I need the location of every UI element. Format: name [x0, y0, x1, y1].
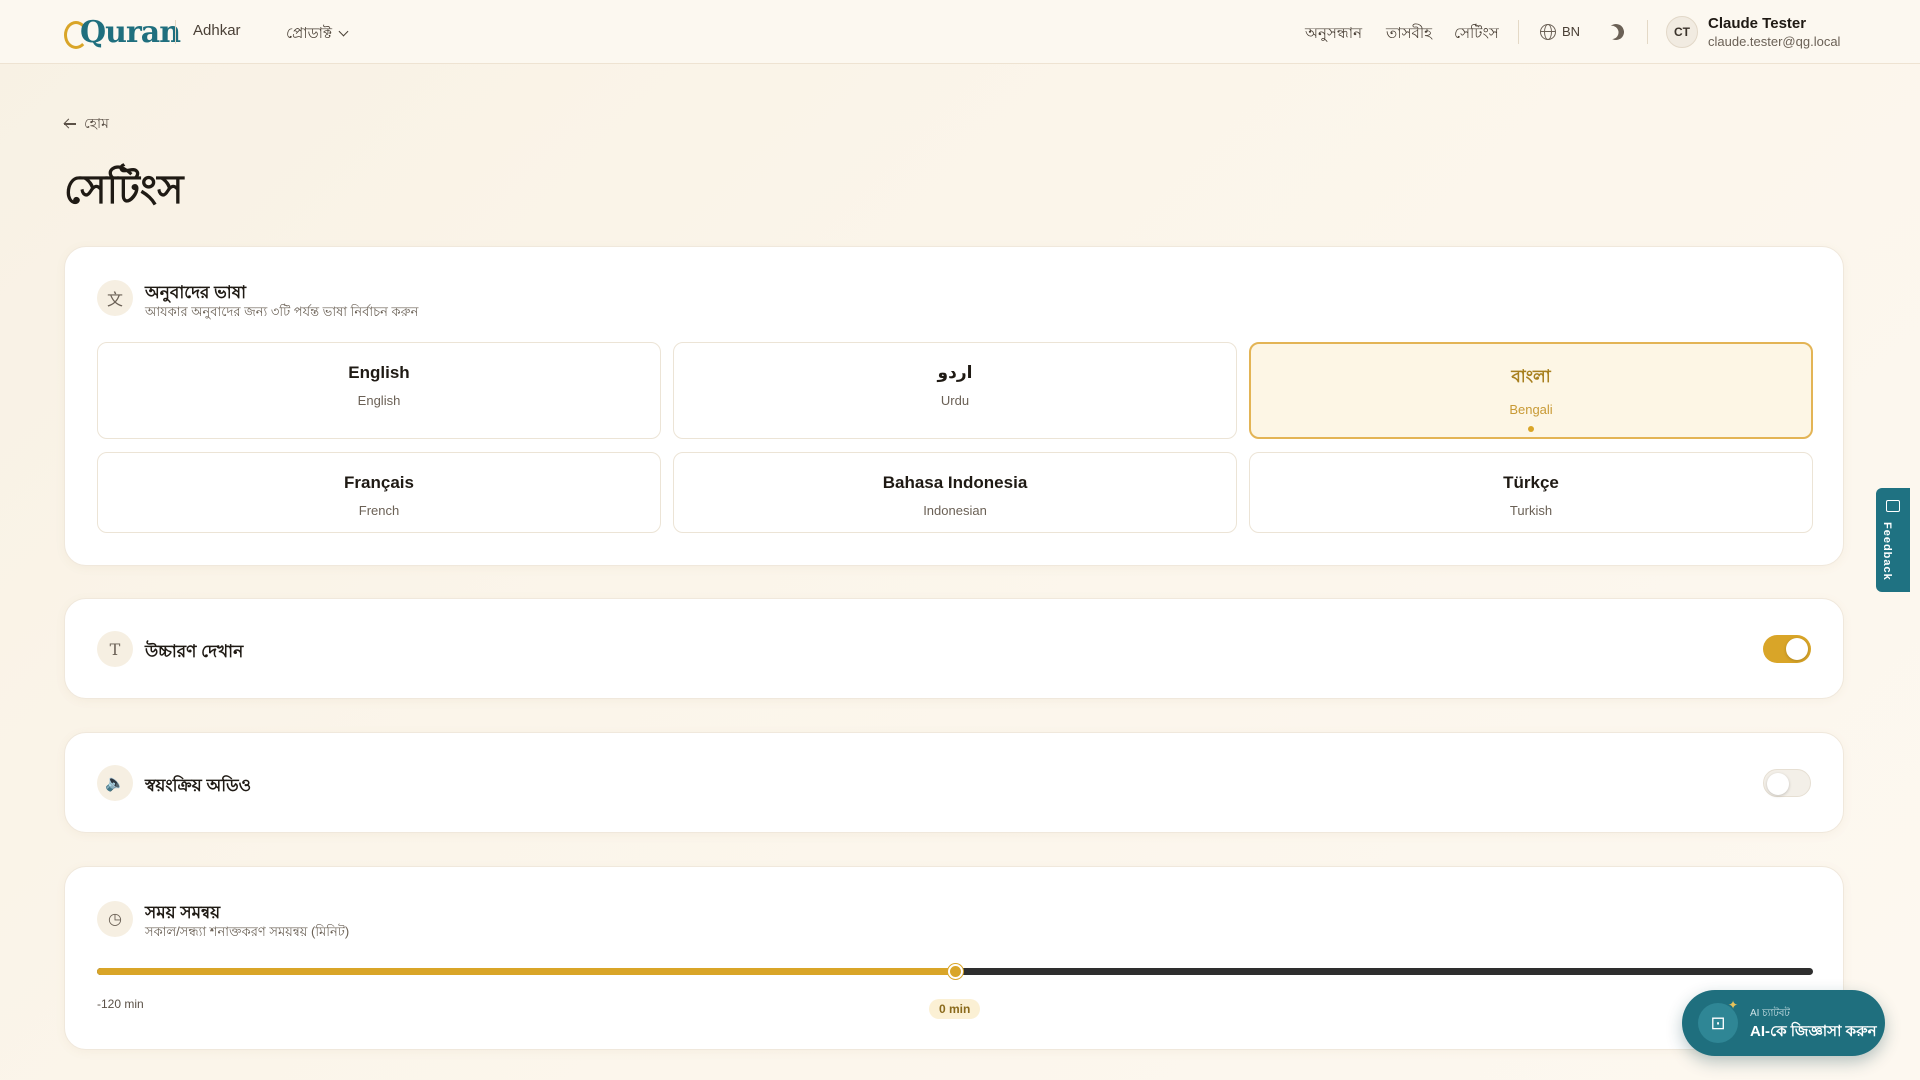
feedback-icon	[1886, 500, 1900, 512]
user-email: claude.tester@qg.local	[1708, 34, 1841, 49]
globe-icon[interactable]	[1540, 24, 1556, 40]
translate-icon: 文	[97, 280, 133, 316]
arrow-left-icon	[64, 118, 76, 130]
language-name: English	[348, 363, 410, 382]
language-name: Bahasa Indonesia	[882, 473, 1028, 492]
logo[interactable]: Quran	[64, 12, 181, 52]
nav-products[interactable]: প্রোডাক্ট	[286, 22, 349, 47]
clock-icon: ◷	[97, 901, 133, 937]
chevron-down-icon	[338, 26, 349, 37]
nav-adhkar[interactable]: Adhkar	[193, 22, 241, 39]
timing-card: ◷ সময় সমন্বয় সকাল/সন্ধ্যা শনাক্তকরণ সম…	[64, 866, 1844, 1050]
language-native: French	[358, 503, 400, 518]
pronunciation-card: T উচ্চারণ দেখান	[64, 598, 1844, 699]
autoplay-title: স্বয়ংক্রিয় অডিও	[145, 776, 252, 795]
nav-tasbih[interactable]: তাসবীহ	[1386, 22, 1432, 47]
language-native: English	[357, 393, 401, 408]
language-option-turkish[interactable]: Türkçe Turkish	[1249, 452, 1813, 533]
header-divider	[1647, 20, 1648, 44]
selected-dot-icon	[1528, 426, 1534, 432]
nav-products-label: প্রোডাক্ট	[286, 25, 333, 42]
header-divider	[175, 20, 176, 44]
nav-settings[interactable]: সেটিংস	[1454, 22, 1499, 47]
logo-mark-icon	[64, 19, 88, 49]
language-option-indonesian[interactable]: Bahasa Indonesia Indonesian	[673, 452, 1237, 533]
toggle-knob	[1786, 638, 1808, 660]
language-name: বাংলা	[1511, 367, 1551, 386]
language-option-english[interactable]: English English	[97, 342, 661, 439]
user-name[interactable]: Claude Tester	[1708, 15, 1806, 32]
pronunciation-toggle[interactable]	[1763, 635, 1811, 663]
language-native: Turkish	[1509, 503, 1553, 518]
page-title: সেটিংস	[64, 168, 184, 212]
nav-search[interactable]: অনুসন্ধান	[1305, 22, 1362, 47]
language-option-bengali[interactable]: বাংলা Bengali	[1249, 342, 1813, 439]
feedback-tab[interactable]: Feedback	[1876, 488, 1910, 592]
text-icon: T	[97, 631, 133, 667]
language-name: Türkçe	[1503, 473, 1559, 492]
language-option-urdu[interactable]: اردو Urdu	[673, 342, 1237, 439]
translation-subtitle: আযকার অনুবাদের জন্য ৩টি পর্যন্ত ভাষা নির…	[145, 304, 419, 319]
logo-text: Quran	[80, 14, 181, 50]
top-header: Quran Adhkar প্রোডাক্ট অনুসন্ধান তাসবীহ …	[0, 0, 1920, 64]
autoplay-toggle[interactable]	[1763, 769, 1811, 797]
speaker-icon: 🔈	[97, 765, 133, 801]
moon-icon[interactable]	[1606, 22, 1627, 43]
feedback-label: Feedback	[1881, 522, 1893, 581]
ai-chat-main-label: AI-কে জিজ্ঞাসা করুন	[1750, 1023, 1877, 1040]
language-native: Bengali	[1509, 402, 1553, 417]
header-divider	[1518, 20, 1519, 44]
slider-thumb[interactable]	[948, 964, 963, 979]
pronunciation-title: উচ্চারণ দেখান	[145, 642, 244, 661]
translation-card: 文 অনুবাদের ভাষা আযকার অনুবাদের জন্য ৩টি …	[64, 246, 1844, 566]
slider-min-label: -120 min	[97, 997, 144, 1011]
sparkle-icon: ✦	[1728, 998, 1739, 1012]
avatar[interactable]: CT	[1666, 16, 1698, 48]
language-name: اردو	[937, 363, 973, 382]
slider-value-label: 0 min	[929, 999, 981, 1019]
back-label: হোম	[84, 115, 109, 131]
language-option-french[interactable]: Français French	[97, 452, 661, 533]
ai-chat-button[interactable]: ⊡ ✦ AI চ্যাটবট AI-কে জিজ্ঞাসা করুন	[1682, 990, 1885, 1056]
toggle-knob	[1767, 773, 1789, 795]
autoplay-card: 🔈 স্বয়ংক্রিয় অডিও	[64, 732, 1844, 833]
slider-fill	[97, 968, 955, 975]
timing-slider[interactable]	[97, 964, 1813, 979]
language-native: Indonesian	[923, 503, 987, 518]
timing-subtitle: সকাল/সন্ধ্যা শনাক্তকরণ সময়ন্বয় (মিনিট)	[145, 924, 350, 939]
language-name: Français	[344, 473, 414, 492]
language-native: Urdu	[940, 393, 970, 408]
language-code[interactable]: BN	[1562, 24, 1580, 39]
back-link[interactable]: হোম	[64, 112, 109, 136]
